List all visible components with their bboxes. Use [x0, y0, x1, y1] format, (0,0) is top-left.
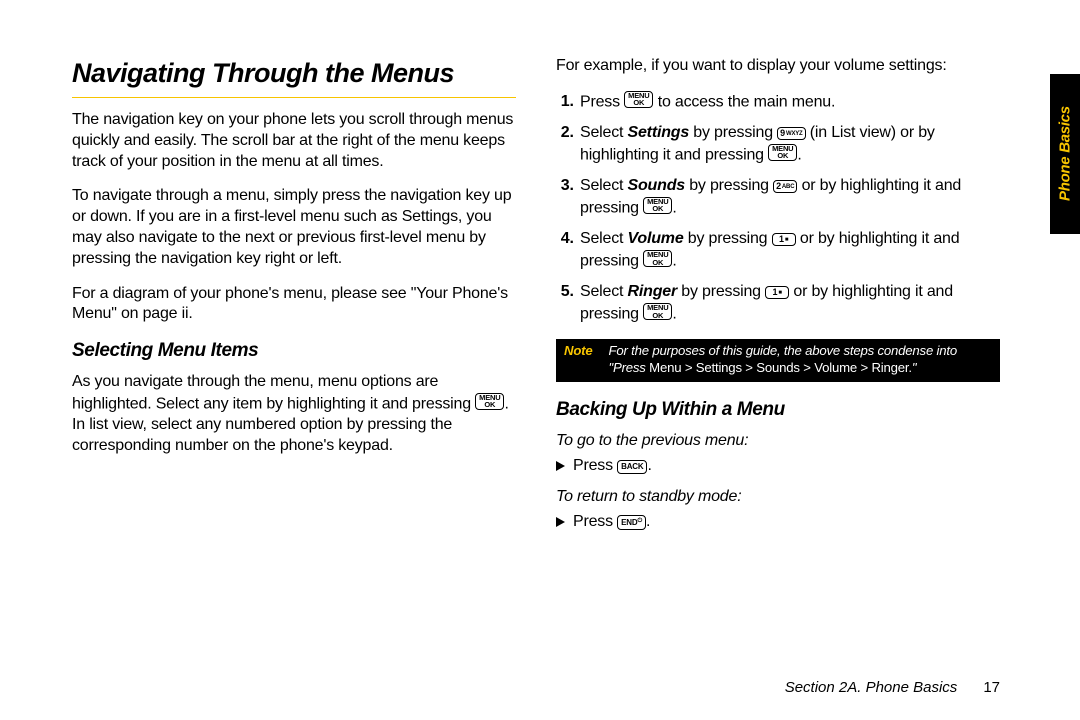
instruction-label: To return to standby mode:	[556, 487, 1000, 508]
menu-ok-key-icon: MENUOK	[768, 144, 797, 161]
body-paragraph: The navigation key on your phone lets yo…	[72, 110, 516, 172]
steps-list: Press MENUOK to access the main menu. Se…	[556, 91, 1000, 326]
title-underline	[72, 97, 516, 98]
note-label: Note	[556, 339, 603, 382]
text-run: Select	[580, 124, 628, 141]
footer-page-number: 17	[983, 679, 1000, 696]
text-run: Press BACK.	[573, 456, 652, 477]
text-run: Press END⏻.	[573, 512, 650, 533]
instruction-label: To go to the previous menu:	[556, 431, 1000, 452]
menu-ok-key-icon: MENUOK	[475, 393, 504, 410]
menu-ok-key-icon: MENUOK	[624, 91, 653, 108]
back-key-icon: BACK	[617, 460, 647, 474]
text-run: .	[672, 253, 676, 270]
text-run: Menu > Settings > Sounds > Volume > Ring…	[649, 360, 912, 375]
text-run: .	[647, 457, 651, 474]
emphasis: Sounds	[628, 177, 685, 194]
text-run: by pressing	[689, 124, 777, 141]
menu-ok-key-icon: MENUOK	[643, 250, 672, 267]
step-item: Select Volume by pressing 1■ or by highl…	[578, 229, 1000, 272]
key-2-icon: 2ABC	[773, 180, 797, 193]
text-run: Select	[580, 230, 628, 247]
menu-ok-key-icon: MENUOK	[643, 197, 672, 214]
emphasis: Volume	[628, 230, 684, 247]
bullet-item: Press BACK.	[556, 456, 1000, 477]
text-run: "	[912, 360, 916, 375]
text-run: Select	[580, 177, 628, 194]
bullet-item: Press END⏻.	[556, 512, 1000, 533]
end-key-icon: END⏻	[617, 515, 646, 530]
note-callout: Note For the purposes of this guide, the…	[556, 339, 1000, 382]
text-run: by pressing	[684, 230, 772, 247]
emphasis: Settings	[628, 124, 690, 141]
key-1-icon: 1■	[772, 233, 796, 246]
step-item: Select Settings by pressing 9WXYZ (in Li…	[578, 123, 1000, 166]
right-column: For example, if you want to display your…	[556, 56, 1000, 542]
body-paragraph: For example, if you want to display your…	[556, 56, 1000, 77]
note-body: For the purposes of this guide, the abov…	[603, 339, 1000, 382]
text-run: by pressing	[677, 283, 765, 300]
footer-section: Section 2A. Phone Basics	[785, 679, 958, 696]
page-footer: Section 2A. Phone Basics 17	[785, 679, 1000, 696]
page-title: Navigating Through the Menus	[72, 56, 516, 91]
triangle-bullet-icon	[556, 517, 565, 527]
step-item: Select Sounds by pressing 2ABC or by hig…	[578, 176, 1000, 219]
key-9-icon: 9WXYZ	[777, 127, 805, 140]
body-paragraph: As you navigate through the menu, menu o…	[72, 372, 516, 457]
text-run: Select	[580, 283, 628, 300]
step-item: Press MENUOK to access the main menu.	[578, 91, 1000, 113]
text-run: Press	[580, 93, 624, 110]
menu-ok-key-icon: MENUOK	[643, 303, 672, 320]
text-run: Press	[573, 513, 617, 530]
key-1-icon: 1■	[765, 286, 789, 299]
body-paragraph: For a diagram of your phone's menu, plea…	[72, 284, 516, 326]
text-run: by pressing	[685, 177, 773, 194]
text-run: .	[672, 199, 676, 216]
subheading-backing-up: Backing Up Within a Menu	[556, 398, 1000, 423]
text-run: .	[797, 146, 801, 163]
text-run: .	[646, 513, 650, 530]
text-run: to access the main menu.	[653, 93, 835, 110]
text-run: As you navigate through the menu, menu o…	[72, 373, 475, 412]
body-paragraph: To navigate through a menu, simply press…	[72, 186, 516, 269]
page-content: Navigating Through the Menus The navigat…	[0, 0, 1080, 542]
subheading-selecting-menu-items: Selecting Menu Items	[72, 339, 516, 364]
left-column: Navigating Through the Menus The navigat…	[72, 56, 516, 542]
emphasis: Ringer	[628, 283, 677, 300]
text-run: .	[672, 306, 676, 323]
triangle-bullet-icon	[556, 461, 565, 471]
text-run: Press	[573, 457, 617, 474]
step-item: Select Ringer by pressing 1■ or by highl…	[578, 282, 1000, 325]
side-tab-phone-basics: Phone Basics	[1050, 74, 1080, 234]
